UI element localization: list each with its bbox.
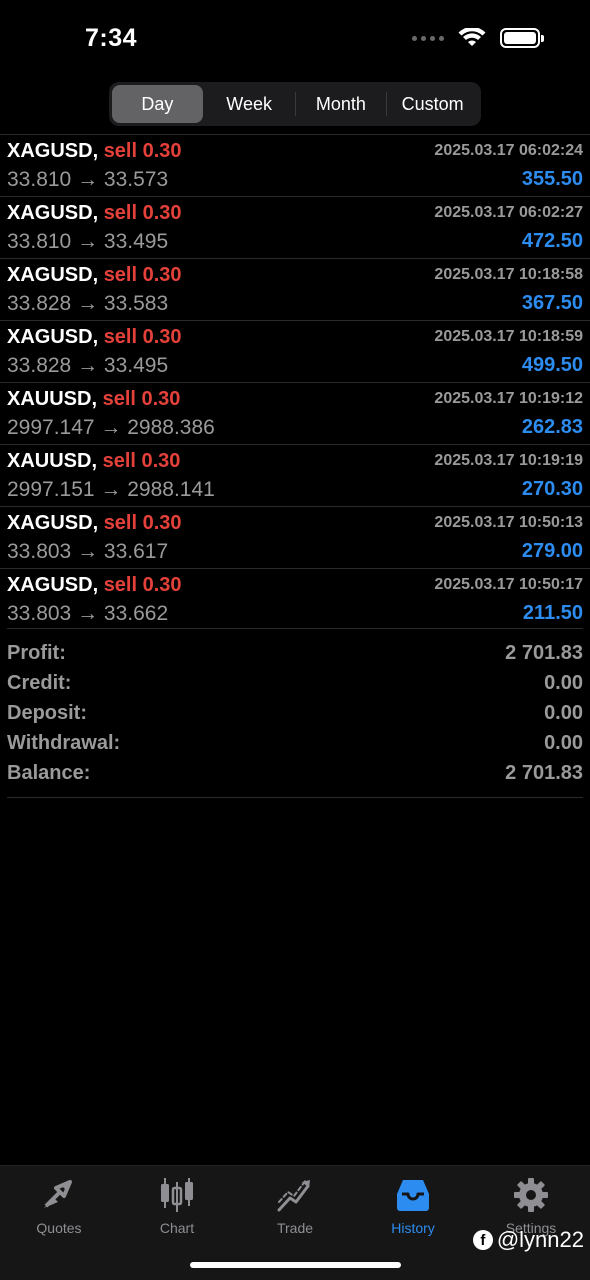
trade-profit: 367.50 bbox=[521, 292, 583, 314]
trade-time: 2025.03.17 10:19:19 bbox=[434, 452, 583, 469]
trade-time: 2025.03.17 10:50:17 bbox=[434, 576, 583, 593]
watermark: f @lynn22 bbox=[472, 1227, 584, 1253]
chart-icon bbox=[161, 1178, 193, 1212]
trade-side: sell 0.30 bbox=[102, 450, 181, 472]
cellular-signal-icon bbox=[412, 35, 444, 41]
trade-side: sell 0.30 bbox=[103, 264, 182, 286]
summary-credit-value: 0.00 bbox=[544, 671, 583, 694]
summary-withdrawal-label: Withdrawal: bbox=[7, 732, 121, 755]
summary-profit-label: Profit: bbox=[7, 641, 66, 664]
trade-symbol: XAGUSD, bbox=[7, 326, 99, 348]
trade-history-list: XAGUSD, sell 0.30 2025.03.17 06:02:24 33… bbox=[0, 134, 590, 630]
tab-chart-label: Chart bbox=[159, 1220, 195, 1236]
tab-trade-label: Trade bbox=[276, 1220, 314, 1236]
segment-custom[interactable]: Custom bbox=[387, 85, 478, 123]
tab-quotes-label: Quotes bbox=[36, 1220, 82, 1236]
summary-profit-value: 2 701.83 bbox=[505, 641, 583, 664]
account-summary: Profit: 2 701.83 Credit: 0.00 Deposit: 0.00… bbox=[7, 628, 583, 798]
trade-side: sell 0.30 bbox=[103, 326, 182, 348]
trade-time: 2025.03.17 06:02:27 bbox=[434, 204, 583, 221]
trade-profit: 262.83 bbox=[521, 416, 583, 438]
tab-history-label: History bbox=[391, 1220, 435, 1236]
trade-profit: 499.50 bbox=[521, 354, 583, 376]
trade-profit: 211.50 bbox=[522, 602, 583, 624]
trade-row[interactable]: XAGUSD, sell 0.30 2025.03.17 06:02:27 33… bbox=[0, 196, 590, 258]
trade-time: 2025.03.17 10:50:13 bbox=[434, 514, 583, 531]
trade-row[interactable]: XAGUSD, sell 0.30 2025.03.17 10:18:59 33… bbox=[0, 320, 590, 382]
trade-row[interactable]: XAGUSD, sell 0.30 2025.03.17 10:50:17 33… bbox=[0, 568, 590, 630]
trade-icon bbox=[277, 1179, 310, 1212]
trade-side: sell 0.30 bbox=[103, 140, 182, 162]
settings-icon bbox=[514, 1178, 548, 1212]
trade-prices: 33.810 → 33.495 bbox=[7, 230, 169, 253]
segment-week[interactable]: Week bbox=[204, 85, 295, 123]
trade-side: sell 0.30 bbox=[102, 388, 181, 410]
trade-symbol: XAGUSD, bbox=[7, 202, 99, 224]
trade-prices: 33.803 → 33.662 bbox=[7, 602, 169, 625]
status-bar: 7:34 bbox=[0, 0, 590, 80]
trade-time: 2025.03.17 10:18:59 bbox=[434, 328, 583, 345]
summary-balance-row: Balance: 2 701.83 bbox=[7, 759, 583, 789]
home-indicator[interactable] bbox=[190, 1262, 401, 1268]
trade-row[interactable]: XAUUSD, sell 0.30 2025.03.17 10:19:19 29… bbox=[0, 444, 590, 506]
trade-row[interactable]: XAGUSD, sell 0.30 2025.03.17 10:18:58 33… bbox=[0, 258, 590, 320]
tab-quotes[interactable]: Quotes bbox=[0, 1166, 118, 1280]
summary-balance-label: Balance: bbox=[7, 762, 91, 785]
summary-deposit-row: Deposit: 0.00 bbox=[7, 698, 583, 728]
summary-withdrawal-value: 0.00 bbox=[544, 732, 583, 755]
facebook-icon: f bbox=[472, 1230, 493, 1250]
trade-profit: 270.30 bbox=[521, 478, 583, 500]
wifi-icon bbox=[458, 28, 486, 46]
trade-prices: 33.828 → 33.495 bbox=[7, 354, 169, 377]
trade-symbol: XAGUSD, bbox=[7, 512, 99, 534]
tab-settings[interactable]: Settings bbox=[472, 1166, 590, 1280]
trade-row[interactable]: XAGUSD, sell 0.30 2025.03.17 06:02:24 33… bbox=[0, 134, 590, 196]
trade-profit: 472.50 bbox=[521, 230, 583, 252]
trade-time: 2025.03.17 10:18:58 bbox=[434, 266, 583, 283]
trade-prices: 33.803 → 33.617 bbox=[7, 540, 169, 563]
summary-profit-row: Profit: 2 701.83 bbox=[7, 638, 583, 668]
trade-symbol: XAUUSD, bbox=[7, 450, 98, 472]
trade-symbol: XAGUSD, bbox=[7, 140, 99, 162]
trade-side: sell 0.30 bbox=[103, 202, 182, 224]
trade-row[interactable]: XAUUSD, sell 0.30 2025.03.17 10:19:12 29… bbox=[0, 382, 590, 444]
summary-credit-label: Credit: bbox=[7, 671, 72, 694]
summary-credit-row: Credit: 0.00 bbox=[7, 668, 583, 698]
summary-deposit-value: 0.00 bbox=[544, 701, 583, 724]
trade-prices: 2997.147 → 2988.386 bbox=[7, 416, 215, 439]
battery-icon bbox=[500, 28, 544, 48]
status-time: 7:34 bbox=[85, 24, 138, 52]
trade-row[interactable]: XAGUSD, sell 0.30 2025.03.17 10:50:13 33… bbox=[0, 506, 590, 568]
segment-month[interactable]: Month bbox=[296, 85, 387, 123]
trade-symbol: XAGUSD, bbox=[7, 264, 99, 286]
trade-time: 2025.03.17 06:02:24 bbox=[434, 142, 583, 159]
summary-balance-value: 2 701.83 bbox=[505, 762, 583, 785]
trade-symbol: XAGUSD, bbox=[7, 574, 99, 596]
trade-time: 2025.03.17 10:19:12 bbox=[434, 390, 583, 407]
trade-profit: 355.50 bbox=[521, 168, 583, 190]
trade-prices: 33.810 → 33.573 bbox=[7, 168, 169, 191]
trade-profit: 279.00 bbox=[521, 540, 583, 562]
trade-symbol: XAUUSD, bbox=[7, 388, 98, 410]
summary-deposit-label: Deposit: bbox=[7, 701, 87, 724]
summary-withdrawal-row: Withdrawal: 0.00 bbox=[7, 729, 583, 759]
quotes-icon bbox=[44, 1180, 72, 1208]
trade-side: sell 0.30 bbox=[103, 512, 182, 534]
period-segmented-control: Day Week Month Custom bbox=[109, 82, 481, 126]
trade-prices: 2997.151 → 2988.141 bbox=[7, 478, 215, 501]
trade-prices: 33.828 → 33.583 bbox=[7, 292, 169, 315]
trade-side: sell 0.30 bbox=[103, 574, 182, 596]
history-icon bbox=[397, 1180, 429, 1211]
segment-day[interactable]: Day bbox=[112, 85, 203, 123]
watermark-text: @lynn22 bbox=[496, 1227, 584, 1252]
